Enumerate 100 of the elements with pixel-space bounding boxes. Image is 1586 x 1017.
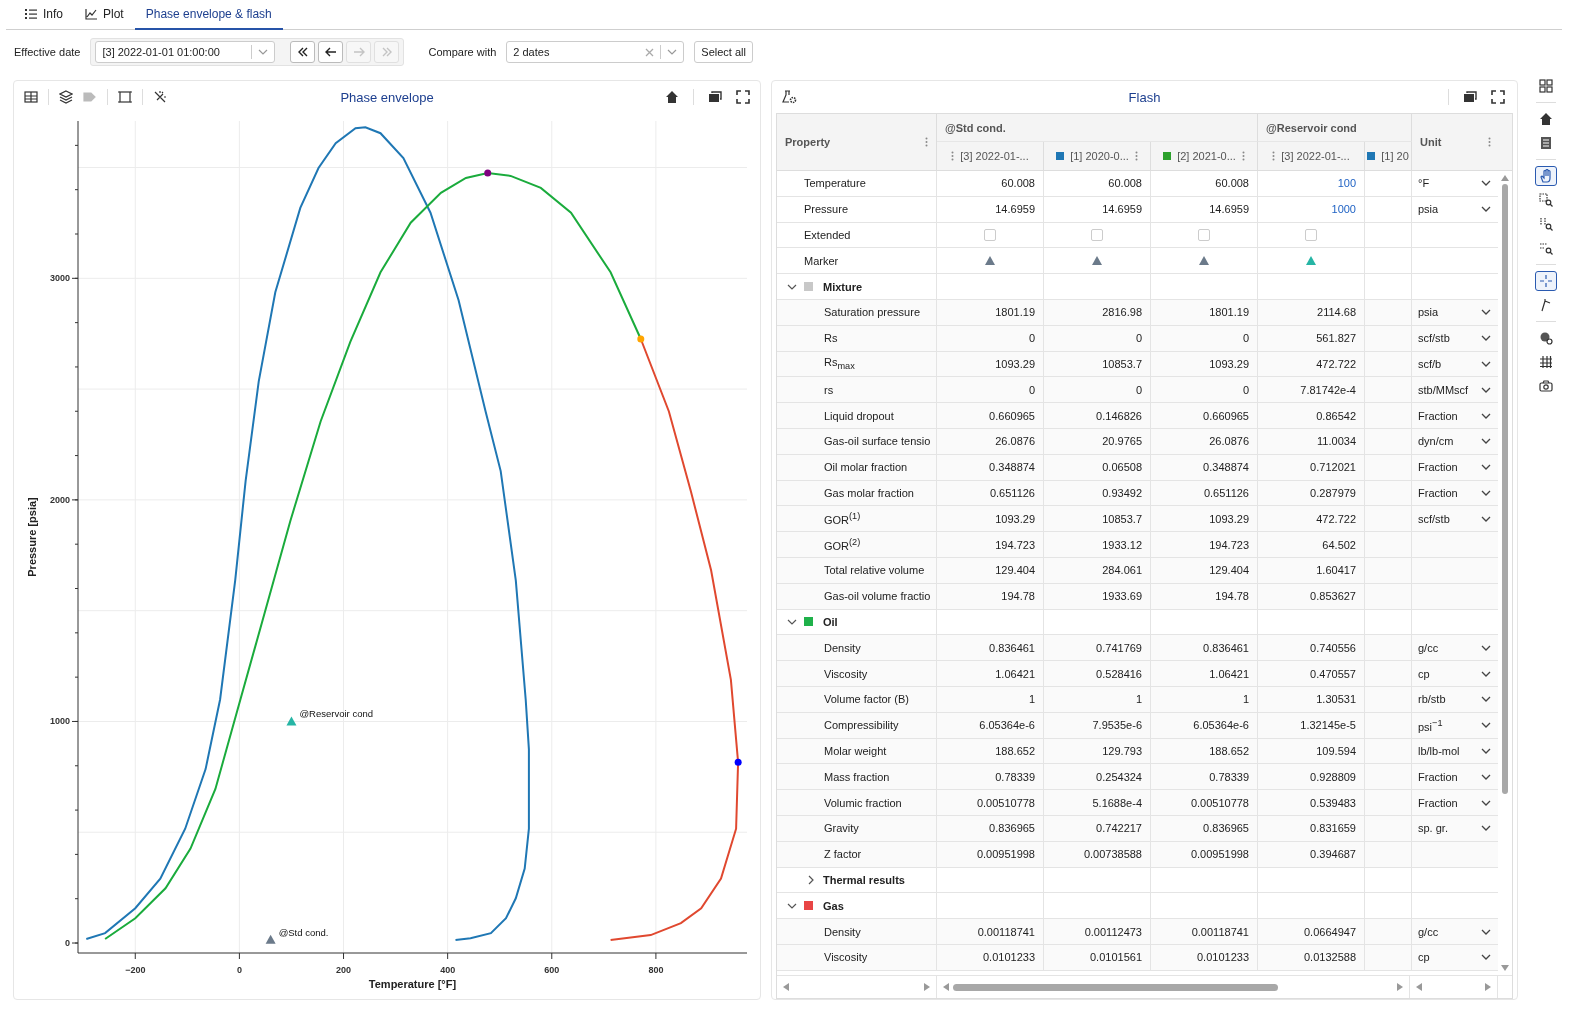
scrollbar-thumb[interactable] — [1502, 184, 1508, 794]
chevron-down-icon[interactable] — [1481, 464, 1491, 471]
wand-off-icon[interactable] — [153, 90, 167, 104]
table-cell: 0.00112473 — [1084, 925, 1142, 938]
scroll-right-icon[interactable] — [1485, 983, 1491, 991]
chevron-down-icon[interactable] — [1481, 180, 1491, 187]
kebab-icon[interactable] — [1488, 137, 1491, 147]
unit-label: scf/stb — [1418, 512, 1450, 525]
chevron-down-icon[interactable] — [1481, 489, 1491, 496]
chevron-down-icon[interactable] — [1481, 412, 1491, 419]
scroll-right-icon[interactable] — [923, 983, 930, 991]
table-cell: 64.502 — [1322, 538, 1356, 551]
hand-icon[interactable] — [1535, 166, 1557, 186]
table-cell[interactable]: 1000 — [1331, 203, 1356, 216]
scroll-left-icon[interactable] — [942, 983, 949, 991]
scroll-down-icon[interactable] — [1501, 965, 1509, 971]
chevron-down-icon[interactable] — [1481, 799, 1491, 806]
tab[interactable]: Plot — [74, 0, 135, 30]
scroll-left-icon[interactable] — [1416, 983, 1423, 991]
chevron-down-icon[interactable] — [1481, 773, 1491, 780]
chevron-down-icon[interactable] — [1481, 722, 1491, 729]
table-cell: 10853.7 — [1102, 357, 1142, 370]
column-header[interactable]: [1] 2020-0... — [1070, 150, 1129, 162]
table-cell: 10853.7 — [1102, 512, 1142, 525]
scrollbar-thumb[interactable] — [952, 983, 1278, 991]
table-cell: 0.853627 — [1310, 590, 1356, 603]
column-header[interactable]: [3] 2022-01-... — [1281, 150, 1350, 162]
effective-date-select[interactable]: [3] 2022-01-01 01:00:00 — [95, 41, 276, 63]
chevron-down-icon[interactable] — [1481, 954, 1491, 961]
checkbox[interactable] — [1091, 229, 1103, 241]
table-cell: 1.60417 — [1316, 564, 1356, 577]
table-cell: 0.831659 — [1310, 822, 1356, 835]
property-label: Gas-oil surface tensio — [824, 435, 931, 448]
kebab-icon[interactable] — [951, 151, 955, 161]
property-label: Viscosity — [824, 951, 868, 964]
column-header[interactable]: [2] 2021-0... — [1177, 150, 1236, 162]
chevron-down-icon[interactable] — [1481, 747, 1491, 754]
select-all-button[interactable]: Select all — [694, 41, 753, 63]
panel-title: Phase envelope — [340, 89, 434, 105]
table-cell: 1.06421 — [1209, 667, 1249, 680]
column-header[interactable]: [3] 2022-01-... — [960, 150, 1029, 162]
previous-button[interactable] — [318, 41, 344, 63]
chevron-down-icon[interactable] — [1481, 309, 1491, 316]
first-button[interactable] — [290, 41, 316, 63]
chevron-down-icon[interactable] — [1481, 928, 1491, 935]
fullscreen-icon[interactable] — [1491, 90, 1505, 104]
tab[interactable]: Info — [14, 0, 74, 30]
arrow-icon — [324, 47, 337, 57]
chevron-down-icon — [667, 49, 678, 55]
table-cell: 0.00738588 — [1083, 848, 1142, 861]
chevron-down-icon[interactable] — [1481, 335, 1491, 342]
chevron-down-icon[interactable] — [1481, 386, 1491, 393]
kebab-icon[interactable] — [925, 137, 928, 147]
window-icon[interactable] — [708, 90, 722, 104]
table-cell: 1093.29 — [995, 512, 1035, 525]
column-header[interactable]: Unit — [1412, 114, 1498, 170]
layers-icon[interactable] — [59, 90, 73, 104]
chevron-down-icon[interactable] — [1481, 644, 1491, 651]
chevron-down-icon[interactable] — [1481, 825, 1491, 832]
chevron-down-icon[interactable] — [1481, 670, 1491, 677]
table-cell: 0.00118741 — [1191, 925, 1249, 938]
table-cell: 14.6959 — [1102, 203, 1142, 216]
column-header[interactable]: [1] 20 — [1381, 150, 1409, 162]
home-icon[interactable] — [665, 90, 679, 104]
chevron-down-icon[interactable] — [1481, 438, 1491, 445]
flask-gear-icon[interactable] — [782, 90, 797, 104]
group-label: Oil — [823, 615, 838, 628]
kebab-icon[interactable] — [1241, 151, 1245, 161]
table-icon[interactable] — [24, 90, 38, 104]
column-header[interactable]: Property — [777, 114, 937, 170]
table-cell: 0.0101233 — [983, 951, 1035, 964]
chevron-down-icon[interactable] — [1481, 515, 1491, 522]
table-cell: 194.78 — [1001, 590, 1035, 603]
scroll-left-icon[interactable] — [783, 983, 789, 991]
property-label: Gas molar fraction — [824, 486, 914, 499]
crop-icon[interactable] — [118, 90, 132, 104]
table-cell[interactable]: 100 — [1337, 177, 1356, 190]
crosshair-icon[interactable] — [1535, 271, 1557, 291]
chevron-down-icon[interactable] — [1481, 360, 1491, 367]
checkbox[interactable] — [1305, 229, 1317, 241]
group-label: Mixture — [823, 280, 863, 293]
chevron-right-icon[interactable] — [806, 874, 816, 885]
table-cell: 0.00118741 — [977, 925, 1035, 938]
compare-select[interactable]: 2 dates — [506, 41, 685, 63]
checkbox[interactable] — [984, 229, 996, 241]
scroll-right-icon[interactable] — [1397, 983, 1404, 991]
table-cell: 5.1688e-4 — [1092, 796, 1142, 809]
fullscreen-icon[interactable] — [736, 90, 750, 104]
table-cell: 472.722 — [1316, 512, 1356, 525]
kebab-icon[interactable] — [1134, 151, 1138, 161]
table-cell: 1 — [1242, 693, 1249, 706]
scroll-up-icon[interactable] — [1501, 175, 1509, 181]
kebab-icon[interactable] — [1272, 151, 1276, 161]
window-icon[interactable] — [1463, 90, 1477, 104]
tab[interactable]: Phase envelope & flash — [134, 0, 283, 30]
chevron-down-icon[interactable] — [1481, 206, 1491, 213]
checkbox[interactable] — [1198, 229, 1210, 241]
chevron-down-icon[interactable] — [1481, 696, 1491, 703]
table-cell: 11.0034 — [1317, 435, 1356, 448]
property-label: Density — [824, 641, 861, 654]
